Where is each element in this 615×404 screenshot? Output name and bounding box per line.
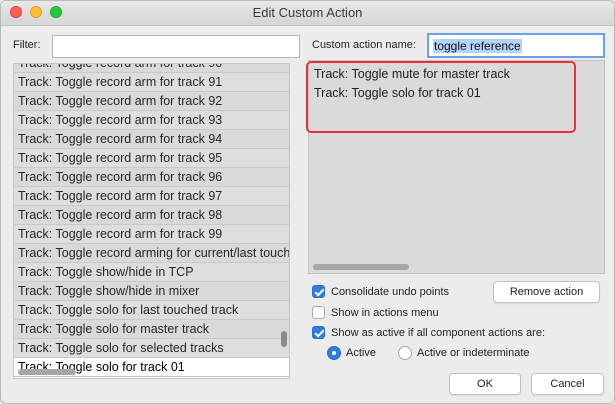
radio-indeterminate-label: Active or indeterminate	[417, 347, 530, 359]
radio-indeterminate-row[interactable]: Active or indeterminate	[398, 346, 530, 360]
list-item[interactable]: Track: Toggle solo for selected tracks	[14, 339, 289, 358]
list-item[interactable]: Track: Toggle record arm for track 98	[14, 206, 289, 225]
show-in-menu-label: Show in actions menu	[331, 306, 439, 319]
remove-action-button[interactable]: Remove action	[493, 281, 600, 303]
horizontal-scrollbar-thumb[interactable]	[18, 369, 76, 375]
show-in-menu-checkbox[interactable]	[312, 306, 325, 319]
show-active-checkbox-row[interactable]: Show as active if all component actions …	[312, 326, 545, 339]
cancel-button[interactable]: Cancel	[531, 373, 604, 395]
list-item[interactable]: Track: Toggle record arm for track 95	[14, 149, 289, 168]
red-highlight-annotation	[306, 61, 576, 133]
show-active-label: Show as active if all component actions …	[331, 326, 546, 339]
list-item[interactable]: Track: Toggle record arm for track 92	[14, 92, 289, 111]
custom-action-name-label: Custom action name:	[312, 39, 416, 51]
available-actions-list[interactable]: Track: Toggle record arm for track 90 Tr…	[13, 63, 290, 379]
vertical-scrollbar-thumb[interactable]	[281, 331, 287, 347]
radio-indeterminate[interactable]	[398, 346, 412, 360]
available-actions-rows: Track: Toggle record arm for track 90 Tr…	[14, 64, 289, 377]
show-active-checkbox[interactable]	[312, 326, 325, 339]
list-item[interactable]: Track: Toggle record arm for track 94	[14, 130, 289, 149]
show-in-menu-checkbox-row[interactable]: Show in actions menu	[312, 306, 439, 319]
consolidate-undo-checkbox-row[interactable]: Consolidate undo points	[312, 285, 449, 298]
list-item[interactable]: Track: Toggle record arm for track 91	[14, 73, 289, 92]
horizontal-scrollbar-thumb[interactable]	[313, 264, 409, 270]
window-title: Edit Custom Action	[252, 5, 363, 20]
filter-label: Filter:	[13, 39, 41, 51]
list-item[interactable]: Track: Toggle record arm for track 96	[14, 168, 289, 187]
titlebar: Edit Custom Action	[1, 1, 614, 26]
consolidate-undo-label: Consolidate undo points	[331, 285, 450, 298]
custom-action-name-input[interactable]: toggle reference	[427, 33, 605, 58]
radio-active-row[interactable]: Active	[327, 346, 376, 360]
list-item[interactable]: Track: Toggle show/hide in mixer	[14, 282, 289, 301]
edit-custom-action-window: Edit Custom Action Filter: Custom action…	[0, 0, 615, 404]
filter-input[interactable]	[52, 35, 300, 58]
radio-active-label: Active	[346, 347, 376, 359]
ok-button[interactable]: OK	[449, 373, 521, 395]
list-item[interactable]: Track: Toggle solo for master track	[14, 320, 289, 339]
list-item[interactable]: Track: Toggle record arm for track 99	[14, 225, 289, 244]
list-item[interactable]: Track: Toggle record arming for current/…	[14, 244, 289, 263]
list-item[interactable]: Track: Toggle show/hide in TCP	[14, 263, 289, 282]
radio-active[interactable]	[327, 346, 341, 360]
custom-action-name-value: toggle reference	[433, 39, 522, 53]
list-item[interactable]: Track: Toggle record arm for track 93	[14, 111, 289, 130]
list-item[interactable]: Track: Toggle record arm for track 97	[14, 187, 289, 206]
list-item[interactable]: Track: Toggle solo for last touched trac…	[14, 301, 289, 320]
list-item[interactable]: Track: Toggle record arm for track 90	[14, 64, 289, 73]
consolidate-undo-checkbox[interactable]	[312, 285, 325, 298]
